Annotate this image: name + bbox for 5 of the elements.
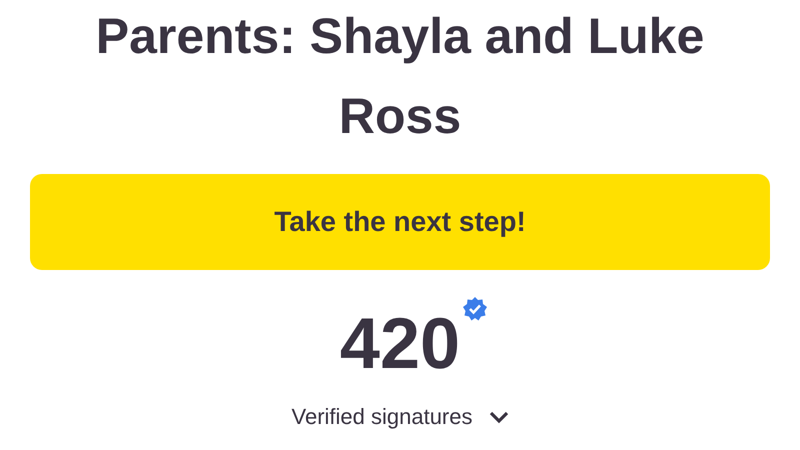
- next-step-button[interactable]: Take the next step!: [30, 174, 770, 270]
- chevron-down-icon[interactable]: [488, 410, 508, 424]
- signature-count: 420: [340, 304, 460, 384]
- petition-title: Parents: Shayla and Luke Ross: [94, 7, 706, 146]
- signatures-label: Verified signatures: [292, 404, 472, 430]
